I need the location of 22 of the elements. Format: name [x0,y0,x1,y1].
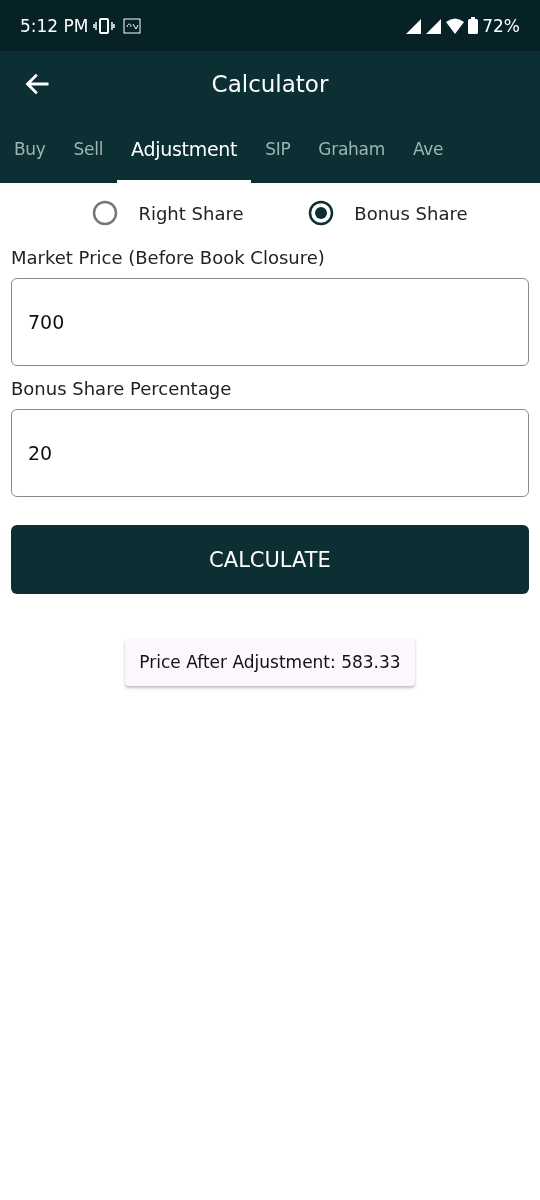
tab[interactable]: SIP [251,117,305,183]
tab[interactable]: Buy [0,117,60,183]
battery-level: 72% [482,15,520,36]
signal-icon [406,17,443,34]
result-card: Price After Adjustment: 583.33 [125,638,415,686]
battery-icon [468,17,479,34]
wifi-icon [446,17,465,34]
radio-option[interactable]: Right Share [86,199,250,227]
radio-option[interactable]: Bonus Share [302,199,474,227]
field-label: Market Price (Before Book Closure) [11,247,326,268]
input-field[interactable]: 20 [11,409,529,497]
tab[interactable]: Sell [59,117,118,183]
calculate-button[interactable]: CALCULATE [11,525,529,594]
tab[interactable]: Ave [398,117,458,183]
tab[interactable]: Graham [304,117,399,183]
tab[interactable]: Adjustment [117,117,252,183]
input-field[interactable]: 700 [11,278,529,366]
notification-icon [122,17,141,34]
status-time: 5:12 PM [20,15,89,36]
field-label: Bonus Share Percentage [11,378,233,399]
app-title: Calculator [211,71,329,97]
vibrate-icon [92,17,115,34]
